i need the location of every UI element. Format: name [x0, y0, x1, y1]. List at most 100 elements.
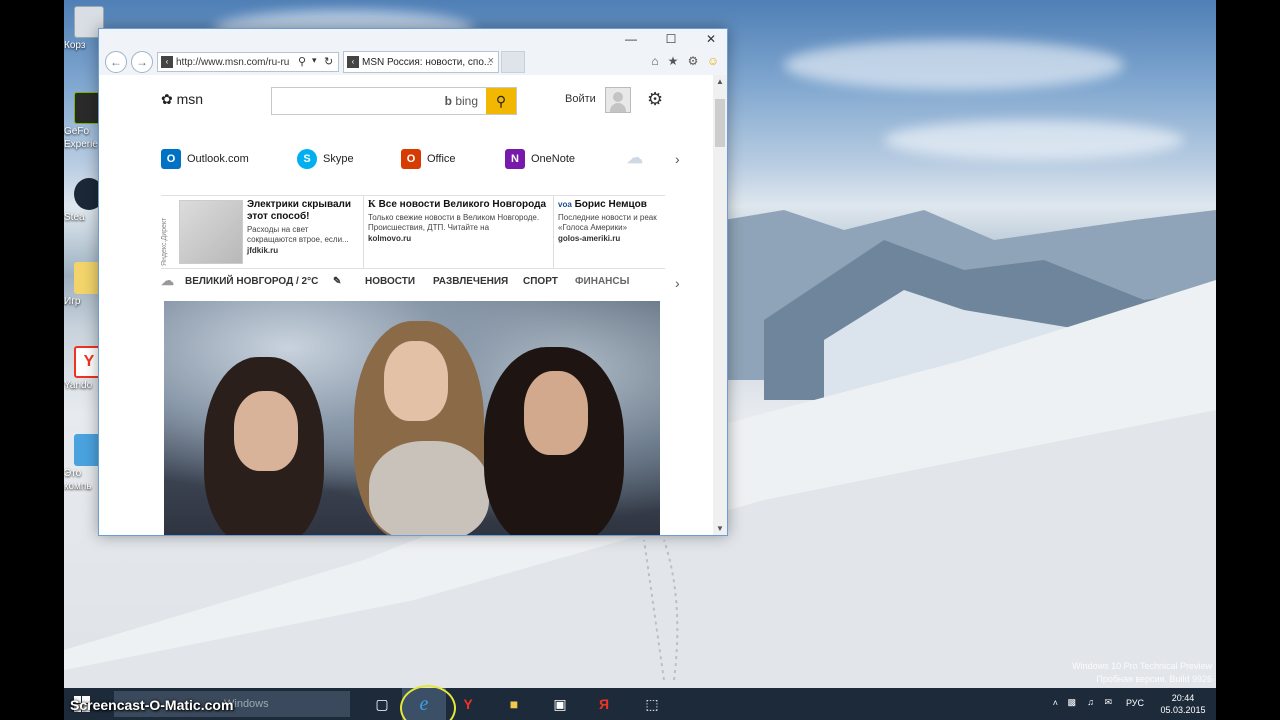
msn-butterfly-icon: ✿	[161, 91, 173, 107]
ad-item[interactable]: voa Борис Немцов Последние новости и реа…	[553, 196, 665, 268]
user-body-icon	[610, 103, 626, 112]
photo-face	[384, 341, 448, 421]
ad-source: kolmovo.ru	[368, 234, 412, 243]
app-link-outlook[interactable]: O Outlook.com	[161, 149, 249, 169]
tab-msn[interactable]: ‹ MSN Россия: новости, спо... ×	[343, 51, 499, 73]
window-titlebar[interactable]: — ☐ ✕	[99, 29, 727, 49]
search-input[interactable]	[278, 92, 428, 110]
bing-brand: b bing	[445, 94, 478, 108]
screen: Корз GeFo Experie Stea Игр Y Yando Это к…	[0, 0, 1280, 720]
scroll-down-icon[interactable]: ▼	[716, 524, 724, 533]
app-link-label: Skype	[323, 152, 354, 165]
network-icon[interactable]: ▩	[1067, 697, 1076, 708]
ad-title: Борис Немцов	[574, 199, 647, 210]
nav-item-sport[interactable]: СПОРТ	[523, 276, 558, 287]
outlook-icon: O	[161, 149, 181, 169]
vertical-scrollbar[interactable]: ▲ ▼	[713, 75, 727, 535]
msn-logo[interactable]: ✿ msn	[161, 91, 203, 108]
input-language[interactable]: РУС	[1126, 698, 1144, 708]
cloud-weather-icon: ☁	[161, 273, 174, 288]
photo-dress	[369, 441, 489, 535]
volume-icon[interactable]: ♫	[1087, 697, 1094, 707]
dropdown-icon[interactable]: ▾	[312, 55, 317, 66]
ad-source: jfdkik.ru	[247, 246, 279, 255]
app-link-label: Office	[427, 152, 456, 165]
favorites-star-icon[interactable]: ★	[665, 53, 681, 69]
tab-close-icon[interactable]: ×	[488, 55, 494, 67]
avatar[interactable]	[605, 87, 631, 113]
msn-favicon-icon: ‹	[161, 56, 173, 68]
scroll-up-icon[interactable]: ▲	[716, 77, 724, 86]
app-link-skype[interactable]: S Skype	[297, 149, 354, 169]
onedrive-cloud-icon: ☁	[627, 150, 643, 167]
nav-item-finance[interactable]: ФИНАНСЫ	[575, 276, 629, 287]
app-link-office[interactable]: O Office	[401, 149, 456, 169]
chevron-right-icon[interactable]: ›	[675, 275, 680, 291]
bing-b-icon: b	[444, 94, 452, 108]
hero-photo[interactable]	[164, 301, 660, 535]
ad-text: Расходы на свет сокращаются втрое, если.…	[247, 225, 349, 244]
screencast-watermark: Screencast-O-Matic.com	[70, 697, 234, 713]
scrollbar-thumb[interactable]	[715, 99, 725, 147]
app-link-label: Outlook.com	[187, 152, 249, 165]
nav-item-entertainment[interactable]: РАЗВЛЕЧЕНИЯ	[433, 276, 508, 287]
tools-gear-icon[interactable]: ⚙	[685, 53, 701, 69]
ads-strip: Яндекс.Директ Электрики скрывали этот сп…	[161, 195, 665, 269]
page-viewport: ✿ msn b bing ⚲ Войти ⚙ O Outlook.com S Sky…	[99, 75, 727, 535]
tab-favicon-icon: ‹	[347, 56, 359, 68]
forward-button[interactable]: →	[131, 51, 153, 73]
settings-gear-icon[interactable]: ⚙	[647, 89, 663, 110]
app-link-label: OneNote	[531, 152, 576, 165]
signin-link[interactable]: Войти	[565, 93, 596, 105]
store-icon[interactable]: ▣	[538, 688, 582, 720]
feedback-smiley-icon[interactable]: ☺	[705, 53, 721, 69]
ad-image[interactable]	[179, 200, 243, 264]
app-link-onenote[interactable]: N OneNote	[505, 149, 575, 169]
weather-location[interactable]: ВЕЛИКИЙ НОВГОРОД / 2°C	[185, 276, 318, 287]
edit-pencil-icon[interactable]: ✎	[333, 276, 341, 287]
ad-text: Последние новости и реак «Голоса Америки…	[558, 213, 657, 232]
watermark-build: Пробная версия. Build 9926	[1096, 674, 1212, 684]
ad-text: Только свежие новости в Великом Новгород…	[368, 213, 540, 232]
kolmovo-logo-icon: K	[368, 199, 376, 210]
home-icon[interactable]: ⌂	[647, 53, 663, 69]
app-link-onedrive[interactable]: ☁	[625, 149, 651, 169]
msn-logo-text: msn	[176, 91, 204, 107]
windows-watermark: Windows 10 Pro Technical Preview Пробная…	[1072, 660, 1212, 686]
ad-item[interactable]: K Все новости Великого Новгорода Только …	[363, 196, 553, 268]
address-bar[interactable]: ‹ http://www.msn.com/ru-ru ⚲ ▾ ↻	[157, 52, 339, 72]
maximize-button[interactable]: ☐	[659, 31, 683, 47]
search-button[interactable]: ⚲	[486, 88, 516, 114]
back-button[interactable]: ←	[105, 51, 127, 73]
cloud	[784, 40, 1124, 90]
ads-label: Яндекс.Директ	[161, 217, 168, 266]
minimize-button[interactable]: —	[619, 31, 643, 47]
watermark-edition: Windows 10 Pro Technical Preview	[1072, 661, 1212, 671]
new-tab-button[interactable]	[501, 51, 525, 73]
chevron-right-icon[interactable]: ›	[675, 151, 680, 167]
address-text: http://www.msn.com/ru-ru	[176, 57, 290, 68]
notifications-icon[interactable]: ✉	[1104, 697, 1112, 708]
refresh-icon[interactable]: ↻	[324, 55, 333, 68]
task-view-icon[interactable]: ▢	[360, 688, 404, 720]
file-explorer-icon[interactable]: ■	[492, 688, 536, 720]
office-icon: O	[401, 149, 421, 169]
ad-item[interactable]: Электрики скрывали этот способ! Расходы …	[243, 196, 363, 268]
show-hidden-icons-icon[interactable]: ˄	[1053, 698, 1058, 708]
clock-time: 20:44	[1171, 693, 1195, 703]
close-button[interactable]: ✕	[699, 31, 723, 47]
cloud	[884, 120, 1184, 160]
nav-item-news[interactable]: НОВОСТИ	[365, 276, 415, 287]
search-icon[interactable]: ⚲	[298, 55, 306, 68]
tab-title: MSN Россия: новости, спо...	[362, 57, 493, 68]
clock[interactable]: 20:44 05.03.2015	[1158, 692, 1208, 716]
search-icon: ⚲	[495, 93, 507, 109]
ad-title: Электрики скрывали этот способ!	[247, 199, 352, 222]
letterbox-left	[0, 0, 64, 720]
yandex-app-icon[interactable]: Я	[582, 688, 626, 720]
browser-toolbar: ← → ‹ http://www.msn.com/ru-ru ⚲ ▾ ↻ ‹ M…	[99, 49, 727, 75]
snipping-tool-icon[interactable]: ⬚	[630, 688, 674, 720]
taskbar: Windows ▢ e Y ■ ▣ Я ⬚ ˄ ▩ ♫ ✉ РУС 20:44 …	[64, 688, 1216, 720]
ad-title: Все новости Великого Новгорода	[378, 199, 547, 210]
search-box[interactable]: b bing ⚲	[271, 87, 517, 115]
